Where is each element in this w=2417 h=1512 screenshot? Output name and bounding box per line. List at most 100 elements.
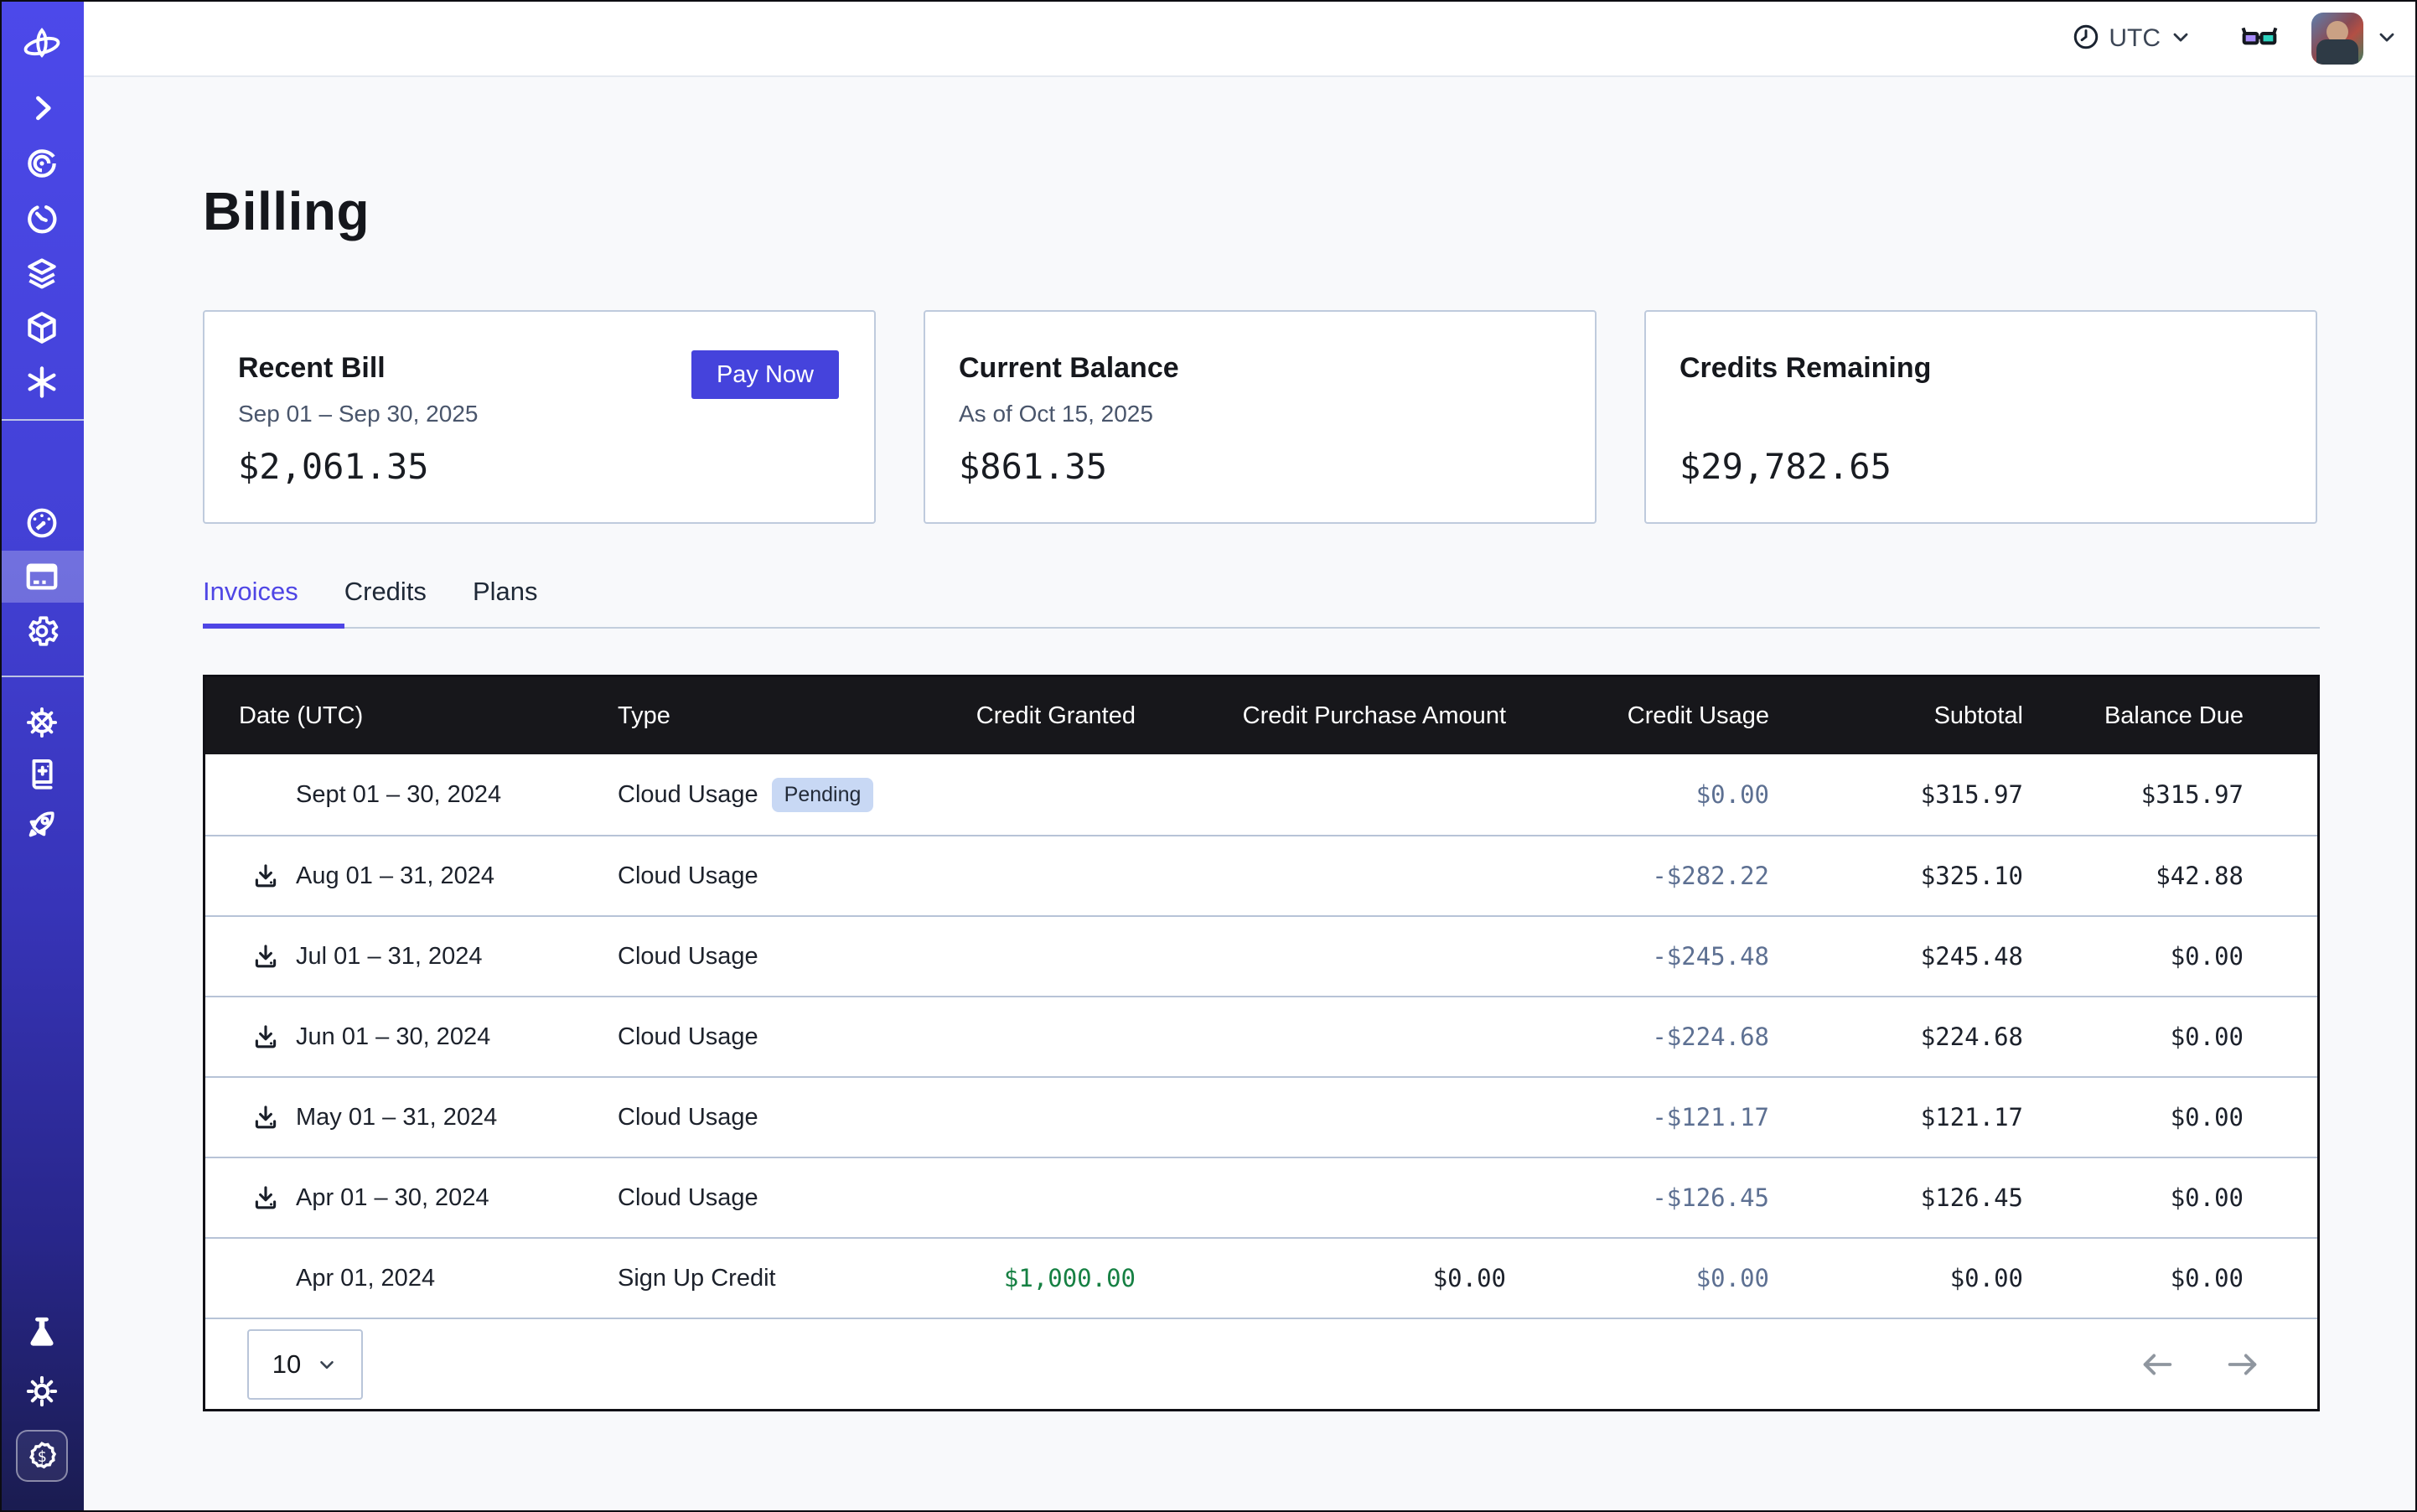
invoices-table: Date (UTC) Type Credit Granted Credit Pu… <box>203 675 2320 1411</box>
balance-due-value: $0.00 <box>2023 1264 2244 1292</box>
as-of-date: As of Oct 15, 2025 <box>959 401 1153 427</box>
credit-usage-value: -$224.68 <box>1506 1023 1769 1051</box>
invoice-type: Cloud Usage <box>618 1104 758 1131</box>
subtotal-value: $121.17 <box>1769 1103 2023 1131</box>
invoice-period: Apr 01 – 30, 2024 <box>296 1184 489 1212</box>
download-invoice-button[interactable] <box>250 1021 282 1053</box>
billing-tabs: Invoices Credits Plans <box>203 577 2320 629</box>
invoice-period: Apr 01, 2024 <box>296 1265 435 1292</box>
card-title: Current Balance <box>959 352 1179 385</box>
layers-icon[interactable] <box>0 247 84 299</box>
invoice-period: Jun 01 – 30, 2024 <box>296 1023 490 1051</box>
timezone-label: UTC <box>2109 24 2161 53</box>
credit-usage-value: -$126.45 <box>1506 1183 1769 1212</box>
invoice-row: Aug 01 – 31, 2024 Cloud Usage -$282.22 $… <box>205 835 2317 915</box>
card-title: Credits Remaining <box>1679 352 1931 385</box>
credits-remaining-amount: $29,782.65 <box>1679 446 1892 487</box>
page-size-select[interactable]: 10 <box>247 1329 363 1400</box>
invoice-period: May 01 – 31, 2024 <box>296 1104 497 1131</box>
timezone-selector[interactable]: UTC <box>2072 23 2192 55</box>
credit-usage-value: $0.00 <box>1506 1264 1769 1292</box>
invoice-row: Jun 01 – 30, 2024 Cloud Usage -$224.68 $… <box>205 996 2317 1076</box>
credit-usage-value: -$245.48 <box>1506 942 1769 971</box>
helm-icon[interactable] <box>0 696 84 748</box>
topbar: UTC <box>84 0 2417 77</box>
balance-due-value: $0.00 <box>2023 1183 2244 1212</box>
recent-bill-amount: $2,061.35 <box>238 446 429 487</box>
invoice-type: Cloud Usage <box>618 1023 758 1051</box>
subtotal-value: $126.45 <box>1769 1183 2023 1212</box>
rocket-icon[interactable] <box>0 798 84 850</box>
chevron-down-icon[interactable] <box>2375 25 2399 53</box>
invoice-row: Jul 01 – 31, 2024 Cloud Usage -$245.48 $… <box>205 915 2317 996</box>
credits-dollar-badge-button[interactable]: $ <box>16 1430 68 1482</box>
download-invoice-button[interactable] <box>250 940 282 972</box>
download-invoice-button[interactable] <box>250 1182 282 1214</box>
user-avatar[interactable] <box>2311 13 2363 65</box>
invoice-period: Aug 01 – 31, 2024 <box>296 862 494 890</box>
current-balance-card: Current Balance As of Oct 15, 2025 $861.… <box>924 310 1597 524</box>
balance-due-value: $0.00 <box>2023 1023 2244 1051</box>
credit-usage-value: $0.00 <box>1506 780 1769 809</box>
credit-purchase-value: $0.00 <box>1136 1264 1506 1292</box>
collapse-chevron-right-icon[interactable] <box>0 82 84 134</box>
table-footer: 10 <box>205 1318 2317 1409</box>
page-size-value: 10 <box>272 1349 301 1380</box>
balance-due-value: $42.88 <box>2023 862 2244 890</box>
invoice-type: Cloud Usage <box>618 943 758 971</box>
download-invoice-button[interactable] <box>250 860 282 892</box>
subtotal-value: $315.97 <box>1769 780 2023 809</box>
docs-book-icon[interactable] <box>0 748 84 800</box>
asterisk-icon[interactable] <box>0 356 84 408</box>
sidebar-divider <box>0 676 84 677</box>
sidebar-divider <box>0 419 84 421</box>
col-type: Type <box>618 702 903 730</box>
col-credit-granted: Credit Granted <box>903 702 1136 730</box>
table-body: Sept 01 – 30, 2024 Cloud Usage Pending $… <box>205 754 2317 1318</box>
svg-text:$: $ <box>37 1448 46 1466</box>
theme-brightness-icon[interactable] <box>0 1365 84 1417</box>
glasses-icon[interactable] <box>2239 18 2280 60</box>
invoice-type: Cloud Usage <box>618 1184 758 1212</box>
credit-usage-value: -$282.22 <box>1506 862 1769 890</box>
credit-usage-value: -$121.17 <box>1506 1103 1769 1131</box>
tab-plans[interactable]: Plans <box>473 577 584 627</box>
col-date: Date (UTC) <box>205 702 618 730</box>
status-badge: Pending <box>772 778 874 812</box>
current-balance-amount: $861.35 <box>959 446 1107 487</box>
invoice-type: Cloud Usage <box>618 862 758 890</box>
balance-due-value: $0.00 <box>2023 942 2244 971</box>
invoice-period: Sept 01 – 30, 2024 <box>296 781 501 809</box>
subtotal-value: $245.48 <box>1769 942 2023 971</box>
cube-icon[interactable] <box>0 302 84 354</box>
billing-nav-icon[interactable] <box>0 551 84 603</box>
col-credit-usage: Credit Usage <box>1506 702 1769 730</box>
credits-remaining-card: Credits Remaining $29,782.65 <box>1644 310 2317 524</box>
billing-period: Sep 01 – Sep 30, 2025 <box>238 401 478 427</box>
usage-gauge-icon[interactable] <box>0 497 84 549</box>
chevron-down-icon <box>316 1354 338 1375</box>
col-balance-due: Balance Due <box>2023 702 2244 730</box>
invoice-type: Sign Up Credit <box>618 1265 776 1292</box>
recent-bill-card: Recent Bill Sep 01 – Sep 30, 2025 $2,061… <box>203 310 876 524</box>
observability-icon[interactable] <box>0 137 84 189</box>
subtotal-value: $325.10 <box>1769 862 2023 890</box>
col-credit-purchase: Credit Purchase Amount <box>1136 702 1506 730</box>
balance-due-value: $0.00 <box>2023 1103 2244 1131</box>
balance-due-value: $315.97 <box>2023 780 2244 809</box>
prev-page-button[interactable] <box>2138 1345 2176 1384</box>
app-logo-icon[interactable] <box>0 22 84 74</box>
download-invoice-button[interactable] <box>250 1101 282 1133</box>
settings-gear-icon[interactable] <box>0 605 84 657</box>
credit-granted-value: $1,000.00 <box>903 1264 1136 1292</box>
invoice-row: Apr 01 – 30, 2024 Cloud Usage -$126.45 $… <box>205 1157 2317 1237</box>
invoice-type: Cloud Usage <box>618 781 758 809</box>
tab-invoices[interactable]: Invoices <box>203 577 344 629</box>
tab-credits[interactable]: Credits <box>344 577 473 627</box>
pay-now-button[interactable]: Pay Now <box>691 350 839 399</box>
history-icon[interactable] <box>0 193 84 245</box>
invoice-row: May 01 – 31, 2024 Cloud Usage -$121.17 $… <box>205 1076 2317 1157</box>
card-title: Recent Bill <box>238 352 386 385</box>
next-page-button[interactable] <box>2223 1345 2262 1384</box>
labs-flask-icon[interactable] <box>0 1307 84 1359</box>
